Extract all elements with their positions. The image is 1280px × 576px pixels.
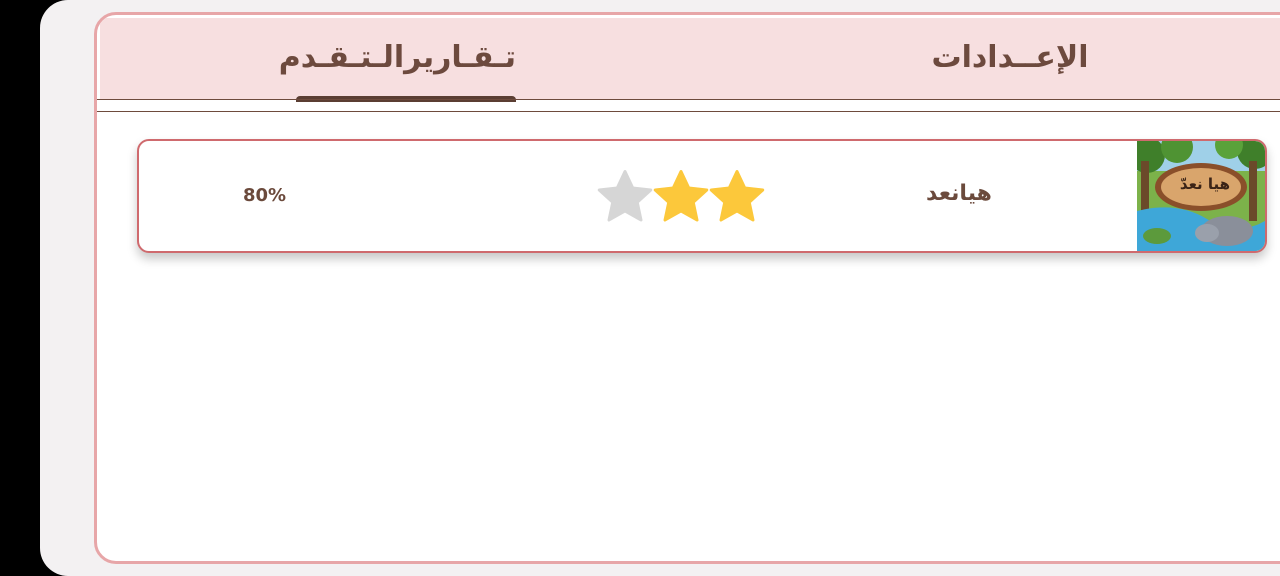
star-rating <box>595 167 775 227</box>
progress-row[interactable]: 80% هيانعد هيا نعدّ <box>137 139 1267 253</box>
tab-divider-secondary <box>97 111 1280 112</box>
game-thumbnail: هيا نعدّ <box>1137 141 1265 251</box>
thumbnail-sign-text: هيا نعدّ <box>1179 175 1231 193</box>
app-panel: تـقـاريرالـتـقـدم الإعــدادات 80% هيانعد <box>40 0 1280 576</box>
tab-progress-reports[interactable]: تـقـاريرالـتـقـدم <box>279 40 516 75</box>
tab-bar: تـقـاريرالـتـقـدم الإعــدادات <box>100 18 1280 102</box>
tab-divider <box>97 99 1280 100</box>
tab-settings[interactable]: الإعــدادات <box>900 40 1120 75</box>
star-filled-icon <box>707 167 767 227</box>
star-filled-icon <box>651 167 711 227</box>
star-empty-icon <box>595 167 655 227</box>
main-card: تـقـاريرالـتـقـدم الإعــدادات 80% هيانعد <box>94 12 1280 564</box>
progress-percent: 80% <box>243 185 287 206</box>
game-name: هيانعد <box>926 181 992 206</box>
